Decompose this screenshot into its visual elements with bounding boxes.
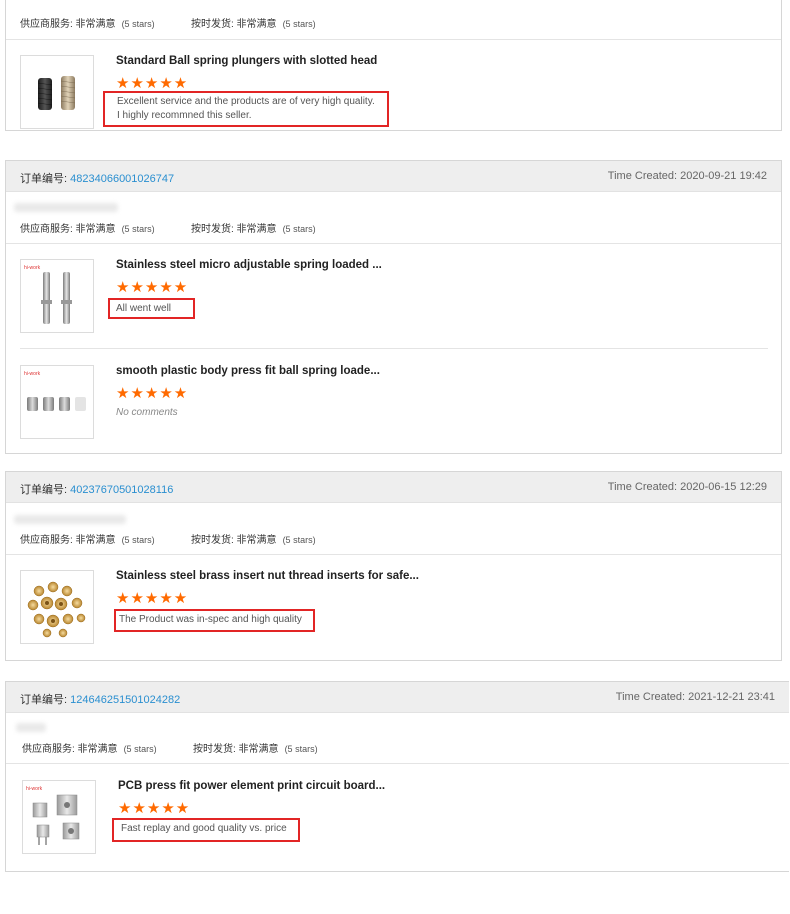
plastic-press-fit-plungers-image[interactable]: hi-work bbox=[20, 365, 94, 439]
svg-text:hi-work: hi-work bbox=[24, 371, 41, 377]
pcb-power-elements-image[interactable]: hi-work bbox=[22, 780, 96, 854]
review-text: The Product was in-spec and high quality bbox=[114, 609, 315, 632]
review-text: All went well bbox=[108, 298, 195, 319]
order-card: 订单编号: 40237670501028116 Time Created: 20… bbox=[5, 471, 782, 661]
time-created-label: Time Created: bbox=[607, 170, 681, 182]
review-line: I highly recommned this seller. bbox=[117, 110, 252, 121]
review-line: Fast replay and good quality vs. price bbox=[121, 823, 287, 834]
stars-count: (5 stars) bbox=[284, 744, 318, 754]
star-rating: ★★★★★ bbox=[116, 279, 189, 296]
on-time-shipping-rating: 按时发货: 非常满意 bbox=[191, 535, 277, 546]
buyer-name-blurred bbox=[14, 203, 118, 212]
divider bbox=[6, 243, 781, 244]
brass-insert-nuts-image[interactable] bbox=[20, 570, 94, 644]
product-title[interactable]: smooth plastic body press fit ball sprin… bbox=[116, 365, 380, 377]
divider bbox=[6, 554, 781, 555]
order-number: 订单编号: 124646251501024282 bbox=[20, 691, 180, 707]
divider bbox=[6, 39, 781, 40]
on-time-shipping-rating: 按时发货: 非常满意 bbox=[193, 744, 279, 755]
order-header: 订单编号: 124646251501024282 Time Created: 2… bbox=[6, 682, 789, 713]
supplier-service-rating: 供应商服务: 非常满意 bbox=[20, 19, 116, 30]
review-line: Excellent service and the products are o… bbox=[117, 96, 375, 107]
time-created: Time Created: 2020-06-15 12:29 bbox=[608, 481, 767, 493]
supplier-service-rating: 供应商服务: 非常满意 bbox=[20, 224, 116, 235]
order-number: 订单编号: 40237670501028116 bbox=[20, 481, 173, 497]
order-card: 订单编号: 124646251501024282 Time Created: 2… bbox=[5, 681, 789, 872]
order-card: 供应商服务: 非常满意 (5 stars) 按时发货: 非常满意 (5 stars)… bbox=[5, 0, 782, 131]
stars-count: (5 stars) bbox=[121, 19, 155, 29]
order-number-label: 订单编号: bbox=[20, 694, 71, 706]
order-number-link[interactable]: 48234066001026747 bbox=[70, 173, 174, 185]
buyer-name-blurred bbox=[14, 515, 126, 524]
time-created: Time Created: 2021-12-21 23:41 bbox=[616, 691, 775, 703]
review-line: All went well bbox=[116, 303, 172, 314]
order-card: 订单编号: 48234066001026747 Time Created: 20… bbox=[5, 160, 782, 454]
review-text: Fast replay and good quality vs. price bbox=[112, 818, 300, 842]
review-text: Excellent service and the products are o… bbox=[103, 91, 389, 127]
stars-count: (5 stars) bbox=[282, 19, 316, 29]
order-number-label: 订单编号: bbox=[20, 173, 71, 185]
supplier-service-rating: 供应商服务: 非常满意 bbox=[22, 744, 118, 755]
divider bbox=[6, 763, 789, 764]
on-time-shipping-rating: 按时发货: 非常满意 bbox=[191, 224, 277, 235]
order-number: 订单编号: 48234066001026747 bbox=[20, 170, 174, 186]
star-rating: ★★★★★ bbox=[118, 800, 191, 817]
order-header: 订单编号: 40237670501028116 Time Created: 20… bbox=[6, 472, 781, 503]
review-line: The Product was in-spec and high quality bbox=[119, 614, 302, 625]
svg-text:hi-work: hi-work bbox=[26, 786, 43, 792]
steel-pin-plungers-image[interactable]: hi-work bbox=[20, 259, 94, 333]
review-text: No comments bbox=[116, 407, 178, 418]
order-header: 订单编号: 48234066001026747 Time Created: 20… bbox=[6, 161, 781, 192]
time-created-value: 2020-09-21 19:42 bbox=[680, 170, 767, 182]
stars-count: (5 stars) bbox=[121, 535, 155, 545]
order-number-link[interactable]: 40237670501028116 bbox=[70, 484, 173, 496]
on-time-shipping-rating: 按时发货: 非常满意 bbox=[191, 19, 277, 30]
stars-count: (5 stars) bbox=[121, 224, 155, 234]
time-created-label: Time Created: bbox=[607, 481, 681, 493]
time-created-value: 2020-06-15 12:29 bbox=[680, 481, 767, 493]
stars-count: (5 stars) bbox=[123, 744, 157, 754]
star-rating: ★★★★★ bbox=[116, 75, 189, 92]
product-title[interactable]: Standard Ball spring plungers with slott… bbox=[116, 55, 377, 67]
star-rating: ★★★★★ bbox=[116, 385, 189, 402]
stars-count: (5 stars) bbox=[282, 224, 316, 234]
order-number-label: 订单编号: bbox=[20, 484, 71, 496]
divider bbox=[20, 348, 768, 349]
buyer-name-blurred bbox=[16, 723, 46, 732]
order-number-link[interactable]: 124646251501024282 bbox=[70, 694, 180, 706]
time-created: Time Created: 2020-09-21 19:42 bbox=[608, 170, 767, 182]
stars-count: (5 stars) bbox=[282, 535, 316, 545]
product-title[interactable]: PCB press fit power element print circui… bbox=[118, 780, 385, 792]
black-silver-ball-plungers-image[interactable] bbox=[20, 55, 94, 129]
product-title[interactable]: Stainless steel micro adjustable spring … bbox=[116, 259, 382, 271]
star-rating: ★★★★★ bbox=[116, 590, 189, 607]
svg-text:hi-work: hi-work bbox=[24, 265, 41, 271]
supplier-service-rating: 供应商服务: 非常满意 bbox=[20, 535, 116, 546]
product-title[interactable]: Stainless steel brass insert nut thread … bbox=[116, 570, 419, 582]
time-created-label: Time Created: bbox=[615, 691, 689, 703]
time-created-value: 2021-12-21 23:41 bbox=[688, 691, 775, 703]
